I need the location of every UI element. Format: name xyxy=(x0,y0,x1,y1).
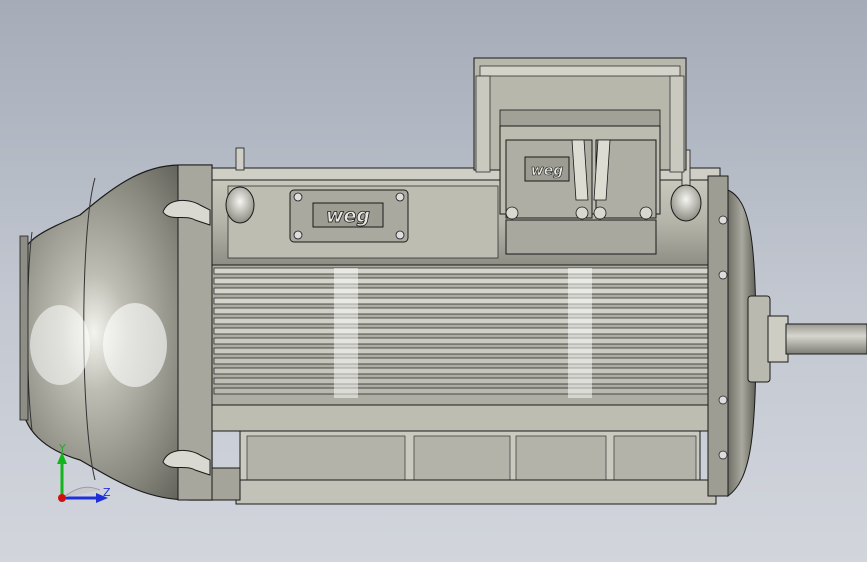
shaft[interactable] xyxy=(747,295,867,383)
cooling-fins xyxy=(211,264,721,406)
y-axis-label: Y xyxy=(59,442,66,455)
frame-logo: weg xyxy=(326,205,370,227)
axis-triad xyxy=(57,452,108,503)
origin-marker xyxy=(58,494,66,502)
z-axis-label: Z xyxy=(103,486,111,499)
motor-feet xyxy=(211,404,721,505)
terminal-box-logo: weg xyxy=(531,163,563,179)
motor-model[interactable]: weg weg xyxy=(0,0,867,562)
triad-plane xyxy=(61,486,101,499)
frame-nameplate[interactable]: weg xyxy=(289,189,409,243)
terminal-box[interactable]: weg xyxy=(473,57,687,255)
cad-viewport[interactable]: weg weg Y Z xyxy=(0,0,867,562)
